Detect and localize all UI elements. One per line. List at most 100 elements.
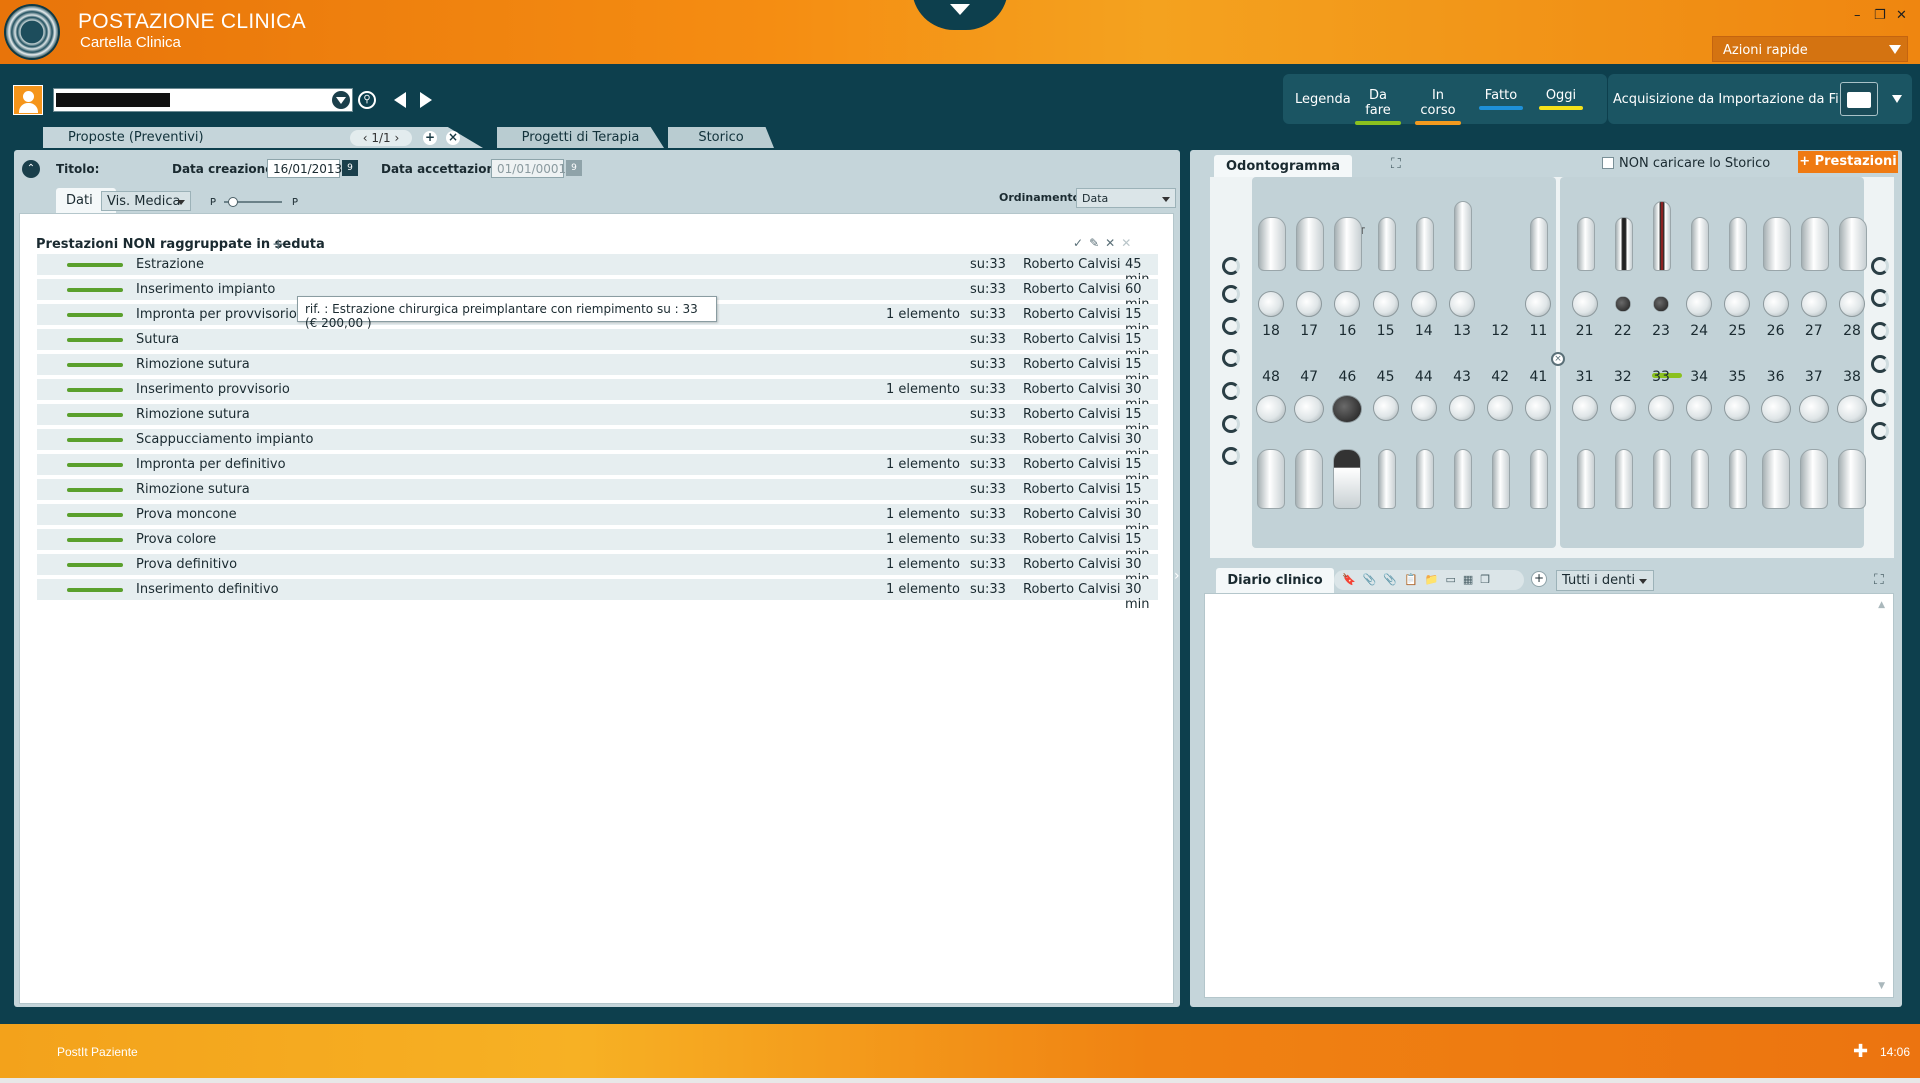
calendar-icon[interactable]: 9 (342, 160, 358, 176)
tooth-14-root[interactable] (1415, 217, 1434, 271)
tab-storico[interactable]: Storico (668, 127, 774, 148)
calendar-icon-disabled[interactable]: 9 (566, 160, 582, 176)
tooth-16-root[interactable] (1334, 217, 1363, 271)
patient-avatar[interactable] (13, 85, 43, 115)
tooth-view-icon-left-3[interactable] (1222, 317, 1240, 335)
data-creazione-field[interactable]: 16/01/2013 (267, 159, 342, 178)
check-icon[interactable]: ✓ (1073, 236, 1083, 250)
tooth-view-icon-right-6[interactable] (1871, 422, 1889, 440)
tooth-13-crown[interactable] (1449, 291, 1475, 317)
tooth-23-root[interactable] (1653, 201, 1671, 271)
tooth-43-crown[interactable] (1449, 395, 1475, 421)
tooth-43-root[interactable] (1454, 449, 1472, 509)
tooth-view-icon-left-7[interactable] (1222, 447, 1240, 465)
tooth-28-crown[interactable] (1839, 291, 1865, 317)
tooth-32-root[interactable] (1614, 449, 1633, 509)
patient-selector[interactable] (53, 88, 353, 112)
non-storico-checkbox[interactable]: NON caricare lo Storico (1602, 156, 1770, 171)
next-patient-button[interactable] (420, 92, 432, 108)
tooth-48-root[interactable] (1257, 449, 1285, 509)
tab-proposte[interactable]: Proposte (Preventivi) (43, 127, 483, 148)
tooth-view-icon-left-1[interactable] (1222, 257, 1240, 275)
tooth-view-icon-right-4[interactable] (1871, 355, 1889, 373)
tooth-view-icon-right-3[interactable] (1871, 322, 1889, 340)
tooth-31-crown[interactable] (1571, 395, 1598, 421)
tooth-42-crown[interactable] (1487, 395, 1514, 421)
add-prestazioni-button[interactable]: + Prestazioni (1798, 151, 1898, 173)
delete-proposal-button[interactable]: × (446, 131, 460, 145)
scroll-up-icon[interactable]: ▲ (1878, 600, 1885, 610)
table-row[interactable]: Inserimento provvisorio 1 elemento su:33 Ro… (37, 379, 1158, 412)
tooth-44-crown[interactable] (1410, 395, 1437, 421)
table-row[interactable]: Impronta per definitivo 1 elemento su:33 Ro… (37, 454, 1158, 487)
tooth-26-crown[interactable] (1762, 291, 1789, 317)
denti-filter-select[interactable]: Tutti i denti (1556, 570, 1654, 591)
tooth-21-root[interactable] (1576, 217, 1595, 271)
tooth-18-root[interactable] (1258, 217, 1286, 271)
quick-actions-dropdown[interactable]: Azioni rapide (1712, 36, 1908, 62)
tooth-45-crown[interactable] (1372, 395, 1399, 421)
menu-toggle-button[interactable] (912, 0, 1008, 30)
close-button[interactable]: ✕ (1896, 8, 1907, 23)
table-row[interactable]: Rimozione suturasu:33Roberto Calvisi15 m… (37, 404, 1158, 437)
restore-button[interactable]: ❐ (1874, 8, 1886, 23)
tooth-35-root[interactable] (1729, 449, 1748, 509)
tooth-17-root[interactable] (1296, 217, 1325, 271)
data-accettazione-field[interactable]: 01/01/0001 (491, 159, 566, 178)
search-icon[interactable]: ⚲ (358, 91, 376, 109)
add-proposal-button[interactable]: + (423, 131, 437, 145)
tooth-47-crown[interactable] (1294, 395, 1325, 423)
scroll-down-icon[interactable]: ▼ (1878, 981, 1885, 991)
slider-knob[interactable] (228, 197, 238, 207)
table-row[interactable]: Suturasu:33Roberto Calvisi15 min (37, 329, 1158, 362)
remove-icon[interactable]: ✕ (1121, 236, 1131, 250)
patient-dropdown-button[interactable] (332, 91, 350, 109)
table-row[interactable]: Estrazionesu:33Roberto Calvisi45 min (37, 254, 1158, 287)
tooth-26-root[interactable] (1762, 217, 1791, 271)
tooth-24-crown[interactable] (1686, 291, 1713, 317)
vis-medica-dropdown[interactable]: Vis. Medica (101, 191, 191, 211)
edit-icon[interactable]: ✎ (1089, 236, 1099, 250)
tooth-view-icon-left-2[interactable] (1222, 285, 1240, 303)
tooth-15-crown[interactable] (1372, 291, 1399, 317)
tooth-33-root[interactable] (1653, 449, 1671, 509)
ordinamento-select[interactable]: Data (1076, 188, 1176, 208)
tooth-44-root[interactable] (1415, 449, 1434, 509)
expand-icon[interactable]: ⛶ (1391, 156, 1401, 172)
tooth-37-crown[interactable] (1798, 395, 1829, 423)
table-row[interactable]: Prova definitivo 1 elemento su:33 Roberto C… (37, 554, 1158, 587)
tooth-view-icon-right-1[interactable] (1871, 257, 1889, 275)
zoom-slider[interactable]: ᴘ ᴘ (210, 194, 310, 210)
tooth-32-crown[interactable] (1609, 395, 1636, 421)
tooth-22-root[interactable] (1614, 217, 1633, 271)
tooth-view-icon-left-6[interactable] (1222, 415, 1240, 433)
table-row[interactable]: Prova colore 1 elemento su:33 Roberto Calvi… (37, 529, 1158, 562)
tooth-17-crown[interactable] (1296, 291, 1323, 317)
tooth-15-root[interactable] (1377, 217, 1396, 271)
tooth-23-crown[interactable] (1653, 296, 1669, 312)
tooth-25-root[interactable] (1729, 217, 1748, 271)
tooth-22-crown[interactable] (1614, 296, 1631, 312)
delete-icon[interactable]: ✕ (1105, 236, 1115, 250)
tooth-38-root[interactable] (1838, 449, 1866, 509)
tooth-13-root[interactable] (1454, 201, 1472, 271)
tooth-46-root[interactable] (1333, 449, 1362, 509)
minimize-button[interactable]: – (1854, 8, 1861, 23)
add-prestazione-button[interactable]: + (272, 235, 285, 253)
tooth-21-crown[interactable] (1571, 291, 1598, 317)
tooth-31-root[interactable] (1576, 449, 1595, 509)
diario-filter-toolbar[interactable]: 🔖📎📎📋📁▭▦❒ (1334, 570, 1524, 590)
tooth-36-root[interactable] (1761, 449, 1790, 509)
table-row[interactable]: Rimozione suturasu:33Roberto Calvisi15 m… (37, 354, 1158, 387)
proposal-pager[interactable]: ‹ 1/1 › (350, 130, 412, 146)
add-postit-icon[interactable]: ✚ (1853, 1041, 1868, 1062)
table-row[interactable]: Inserimento definitivo 1 elemento su:33 Rob… (37, 579, 1158, 612)
tooth-28-root[interactable] (1839, 217, 1867, 271)
table-row[interactable]: Prova moncone 1 elemento su:33 Roberto Calv… (37, 504, 1158, 537)
previous-patient-button[interactable] (394, 92, 406, 108)
postit-paziente-button[interactable]: PostIt Paziente (57, 1045, 138, 1059)
tooth-36-crown[interactable] (1760, 395, 1791, 423)
tab-odontogramma[interactable]: Odontogramma (1214, 155, 1352, 177)
tooth-42-root[interactable] (1492, 449, 1511, 509)
tooth-24-root[interactable] (1691, 217, 1710, 271)
